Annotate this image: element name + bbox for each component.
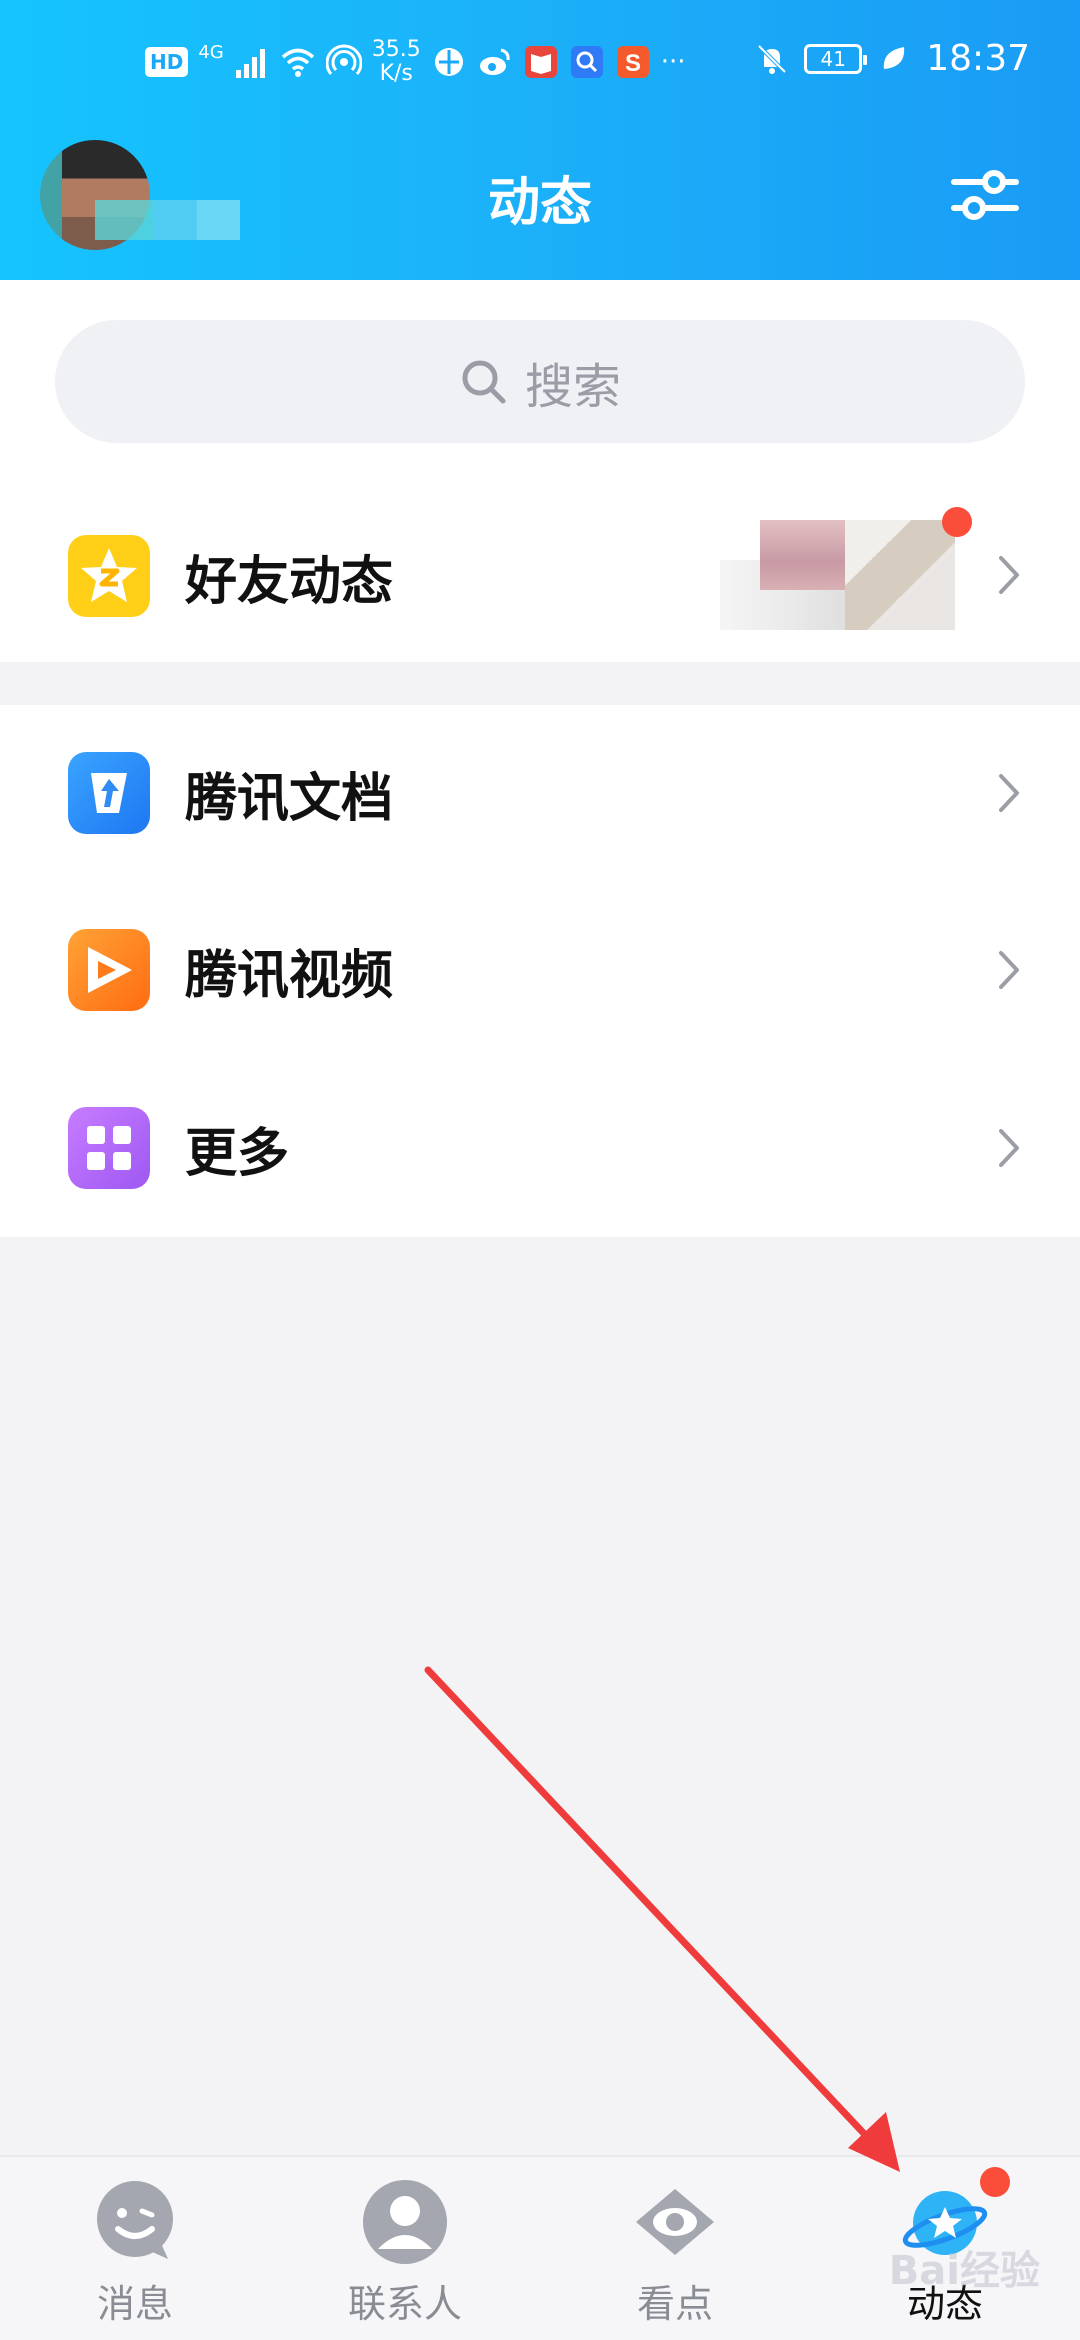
qzone-star-shape (81, 548, 137, 602)
settings-sliders-icon[interactable] (950, 160, 1020, 230)
tab-contacts[interactable]: 联系人 (315, 2177, 495, 2337)
grid-shape (87, 1126, 131, 1170)
chevron-right-icon (999, 556, 1019, 594)
book-app-icon (524, 46, 557, 78)
tab-kandian[interactable]: 看点 (585, 2177, 765, 2337)
thumbnail (845, 520, 955, 630)
row-more[interactable]: 更多 (0, 1059, 1080, 1237)
row-label: 腾讯视频 (185, 946, 394, 1006)
signal-icon (235, 49, 265, 78)
tab-label: 联系人 (347, 2282, 462, 2326)
search-app-icon (570, 46, 603, 78)
thumbnail (760, 520, 850, 590)
row-friends-feed[interactable]: 好友动态 (0, 490, 1080, 662)
row-label: 更多 (185, 1123, 290, 1184)
battery-icon: 41 (804, 43, 868, 74)
search-section: 搜索 (0, 280, 1080, 490)
video-play-shape (88, 947, 132, 993)
leaf-icon (884, 46, 905, 69)
wifi-icon (281, 48, 314, 77)
row-label: 腾讯文档 (185, 769, 394, 829)
network-speed: 35.5 K/s (372, 38, 421, 86)
tab-label: 看点 (636, 2282, 713, 2326)
tab-label: 消息 (96, 2282, 173, 2326)
qzone-star-icon (68, 535, 150, 617)
grid-more-icon (68, 1107, 150, 1189)
page-title: 动态 (487, 173, 592, 233)
tencent-video-icon (68, 929, 150, 1011)
message-smile-icon (97, 2181, 173, 2259)
mute-bell-icon (757, 44, 787, 74)
row-tencent-video[interactable]: 腾讯视频 (0, 882, 1080, 1059)
header: HD 4G 35.5 K/s S ··· 41 18:37 动态 (0, 0, 1080, 280)
friends-feed-thumbnails (720, 520, 960, 630)
network-generation: 4G (198, 42, 224, 63)
chevron-right-icon (999, 774, 1019, 812)
watermark: Bai经验 (888, 2248, 1040, 2294)
contacts-icon (363, 2180, 447, 2264)
more-notifications-icon: ··· (660, 47, 686, 77)
tencent-docs-icon (68, 752, 150, 834)
hotspot-icon (325, 44, 362, 75)
unread-dot (980, 2167, 1010, 2197)
row-tencent-docs[interactable]: 腾讯文档 (0, 705, 1080, 882)
weibo-icon (479, 48, 510, 75)
status-right: 41 18:37 (754, 38, 1030, 79)
svg-text:S: S (625, 50, 641, 77)
app-root: HD 4G 35.5 K/s S ··· 41 18:37 动态 搜索 好友动态… (0, 0, 1080, 2340)
sogou-app-icon: S (616, 46, 649, 78)
battery-level: 41 (820, 46, 846, 71)
network-speed-unit: K/s (379, 61, 413, 86)
search-placeholder: 搜索 (524, 358, 621, 415)
chevron-right-icon (999, 1129, 1019, 1167)
unread-dot (942, 507, 972, 537)
docs-arrow-shape (91, 773, 127, 813)
search-icon (462, 360, 506, 403)
browser-app-icon (434, 48, 463, 76)
row-label: 好友动态 (185, 551, 394, 612)
status-left: HD 4G 35.5 K/s S ··· (145, 38, 686, 86)
network-speed-value: 35.5 (371, 37, 421, 62)
clock: 18:37 (926, 38, 1030, 79)
status-bar: HD 4G 35.5 K/s S ··· 41 18:37 (0, 0, 1080, 130)
eye-icon (636, 2189, 714, 2255)
tab-messages[interactable]: 消息 (45, 2177, 225, 2337)
search-input[interactable]: 搜索 (55, 320, 1025, 443)
hd-badge: HD (145, 47, 189, 77)
chevron-right-icon (999, 951, 1019, 989)
